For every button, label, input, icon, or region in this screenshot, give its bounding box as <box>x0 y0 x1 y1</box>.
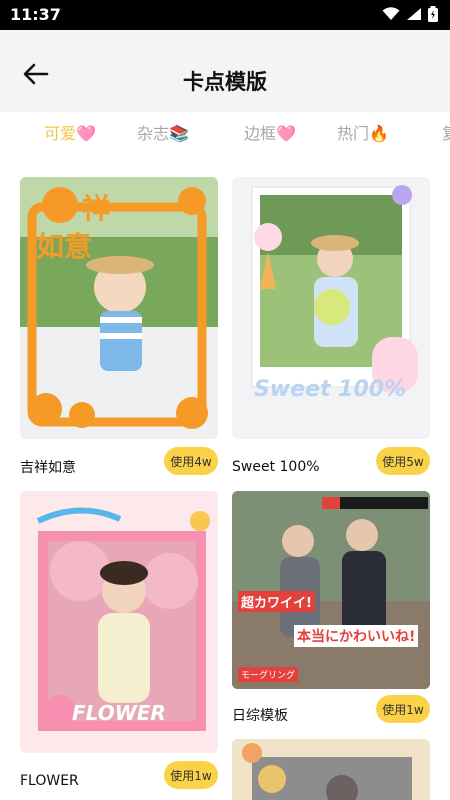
app-header: 卡点模版 <box>0 30 450 112</box>
wifi-icon <box>382 7 400 20</box>
template-thumbnail[interactable]: Sweet 100% <box>232 177 430 439</box>
page-title: 卡点模版 <box>183 70 267 94</box>
thumbnail-art <box>232 491 430 689</box>
signal-icon <box>407 8 421 20</box>
template-card[interactable]: 超カワイイ! 本当にかわいいね! モーグリング 日综模板 使用1w <box>232 491 430 731</box>
template-thumbnail[interactable]: 祥一 如意 <box>20 177 218 439</box>
template-name: FLOWER <box>20 773 79 789</box>
use-button[interactable]: 使用4w <box>164 447 218 475</box>
template-card[interactable] <box>232 739 430 800</box>
use-button[interactable]: 使用1w <box>164 761 218 789</box>
template-card[interactable]: FLOWER FLOWER 使用1w <box>20 491 218 800</box>
tab-partial[interactable]: 复 <box>442 120 450 144</box>
template-card[interactable]: 祥一 如意 吉祥如意 使用4w <box>20 177 218 485</box>
template-grid: 祥一 如意 吉祥如意 使用4w Sweet 100% Sweet 100% 使用… <box>0 177 450 800</box>
template-name: Sweet 100% <box>232 459 320 475</box>
tab-hot[interactable]: 热门🔥 <box>337 120 389 144</box>
template-thumbnail[interactable]: 超カワイイ! 本当にかわいいね! モーグリング <box>232 491 430 689</box>
thumbnail-art <box>232 739 430 800</box>
template-name: 吉祥如意 <box>20 460 76 476</box>
category-tabs: 可爱🩷 杂志📚 边框🩷 热门🔥 复 <box>0 112 450 156</box>
tab-magazine[interactable]: 杂志📚 <box>137 120 189 144</box>
status-time: 11:37 <box>10 5 61 24</box>
use-button[interactable]: 使用1w <box>376 695 430 723</box>
status-icons <box>382 6 438 22</box>
thumbnail-text: Sweet 100% <box>254 377 407 402</box>
thumbnail-text: 超カワイイ! <box>238 591 315 612</box>
thumbnail-text: FLOWER <box>72 701 166 725</box>
use-button[interactable]: 使用5w <box>376 447 430 475</box>
tab-frame[interactable]: 边框🩷 <box>244 120 296 144</box>
status-bar: 11:37 <box>0 0 450 30</box>
tab-cute[interactable]: 可爱🩷 <box>44 120 96 144</box>
template-thumbnail[interactable]: FLOWER <box>20 491 218 753</box>
template-name: 日综模板 <box>232 708 288 724</box>
template-card[interactable]: Sweet 100% Sweet 100% 使用5w <box>232 177 430 485</box>
thumbnail-text: 祥一 <box>82 192 139 225</box>
battery-icon <box>428 6 438 22</box>
template-thumbnail[interactable] <box>232 739 430 800</box>
thumbnail-text: モーグリング <box>238 667 299 682</box>
thumbnail-text: 如意 <box>36 230 93 263</box>
thumbnail-text: 本当にかわいいね! <box>294 625 419 647</box>
